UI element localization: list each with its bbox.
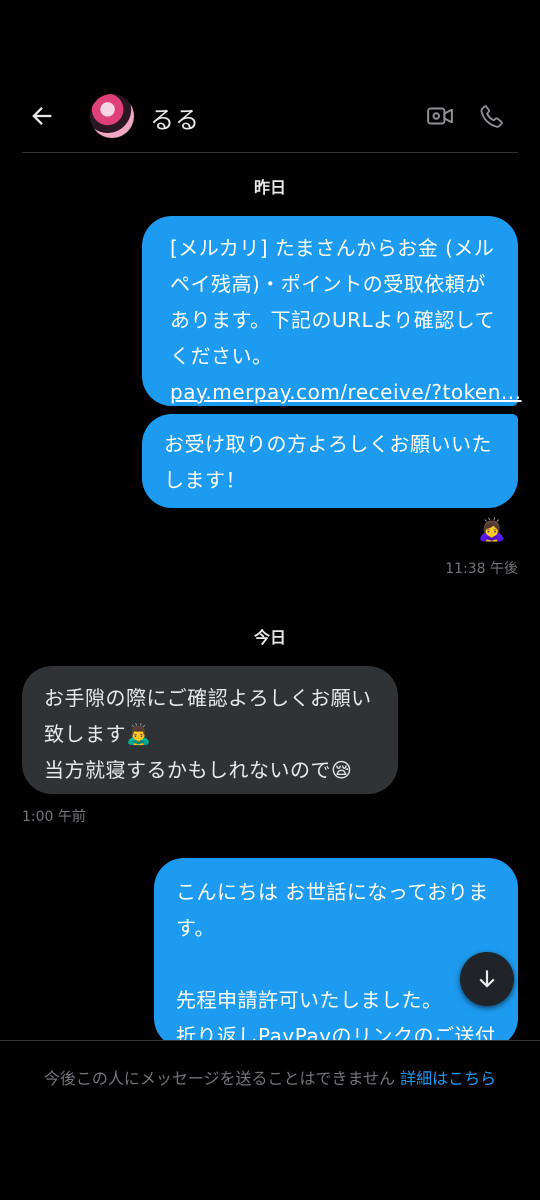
message-timestamp: 11:38 午後 <box>445 561 518 577</box>
phone-icon <box>480 105 503 128</box>
video-call-button[interactable] <box>422 98 458 134</box>
learn-more-link[interactable]: 詳細はこちら <box>400 1069 496 1088</box>
message-line: [メルカリ] たまさんからお金 (メル <box>170 236 495 260</box>
message-bubble-incoming[interactable]: お手隙の際にご確認よろしくお願い 致します🙇‍♂️ 当方就寝するかもしれないので… <box>22 666 398 794</box>
back-button[interactable] <box>22 96 62 136</box>
status-bar <box>0 0 540 80</box>
message-bubble-outgoing[interactable]: お受け取りの方よろしくお願いいた します！ <box>142 414 518 508</box>
date-separator-yesterday: 昨日 <box>253 178 286 197</box>
message-line: 致します🙇‍♂️ <box>44 722 152 746</box>
message-line: 先程申請許可いたしました。 <box>176 988 443 1012</box>
avatar[interactable] <box>90 94 134 138</box>
arrow-down-icon <box>479 970 495 988</box>
message-line: ください。 <box>170 344 273 368</box>
message-line: します！ <box>164 468 246 492</box>
contact-name[interactable]: るる <box>150 100 200 135</box>
message-line: お手隙の際にご確認よろしくお願い <box>44 686 372 710</box>
arrow-left-icon <box>32 107 52 125</box>
scroll-to-bottom-button[interactable] <box>460 952 514 1006</box>
message-line: こんにちは お世話になっておりま <box>176 880 489 904</box>
message-bubble-outgoing[interactable]: こんにちは お世話になっておりま す。 先程申請許可いたしました。 折り返しPa… <box>154 858 518 1048</box>
message-line: お受け取りの方よろしくお願いいた <box>164 432 492 456</box>
message-line: ペイ残高)・ポイントの受取依頼が <box>170 272 486 296</box>
conversation-footer: 今後この人にメッセージを送ることはできません 詳細はこちら <box>0 1040 540 1200</box>
footer-divider <box>0 1040 540 1041</box>
header-divider <box>22 152 518 153</box>
message-line: あります。下記のURLより確認して <box>170 308 496 332</box>
message-line: 当方就寝するかもしれないので😪 <box>44 758 353 782</box>
blocked-notice: 今後この人にメッセージを送ることはできません 詳細はこちら <box>20 1064 520 1094</box>
voice-call-button[interactable] <box>474 98 510 134</box>
message-reaction[interactable]: 🙇‍♀️ <box>478 518 505 543</box>
conversation-header: るる <box>0 80 540 152</box>
message-link[interactable]: pay.merpay.com/receive/?token... <box>170 374 521 410</box>
message-timestamp: 1:00 午前 <box>22 809 86 825</box>
date-separator-today: 今日 <box>253 628 286 647</box>
message-line: す。 <box>176 916 215 940</box>
message-bubble-outgoing[interactable]: [メルカリ] たまさんからお金 (メル ペイ残高)・ポイントの受取依頼が ありま… <box>142 216 521 406</box>
blocked-notice-text: 今後この人にメッセージを送ることはできません <box>43 1069 401 1088</box>
video-camera-icon <box>427 107 453 125</box>
